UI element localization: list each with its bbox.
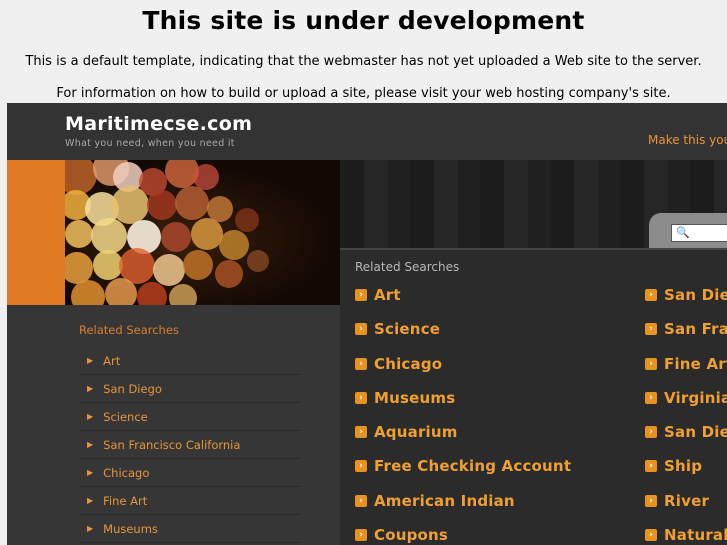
sidebar-item-san-francisco-california[interactable]: ▶ San Francisco California (79, 431, 301, 459)
sidebar-title: Related Searches (79, 323, 179, 337)
sidebar-item-label: Science (103, 409, 148, 424)
arrow-right-icon: ▶ (87, 496, 94, 505)
sidebar-item-label: San Diego (103, 381, 162, 396)
notice-line-2: For information on how to build or uploa… (56, 86, 671, 101)
sidebar-item-label: San Francisco California (103, 437, 241, 452)
arrow-bullet-icon: › (645, 323, 657, 336)
related-link-river[interactable]: › River (645, 492, 727, 526)
arrow-bullet-icon: › (645, 357, 657, 370)
sidebar-item-museums[interactable]: ▶ Museums (79, 515, 301, 543)
related-link-aquarium[interactable]: › Aquarium (355, 423, 571, 457)
arrow-bullet-icon: › (355, 494, 367, 507)
related-link-ship[interactable]: › Ship (645, 457, 727, 491)
arrow-right-icon: ▶ (87, 440, 94, 449)
arrow-right-icon: ▶ (87, 468, 94, 477)
arrow-bullet-icon: › (355, 426, 367, 439)
parked-page: Maritimecse.com What you need, when you … (7, 103, 727, 545)
arrow-bullet-icon: › (645, 426, 657, 439)
related-link-science[interactable]: › Science (355, 320, 571, 354)
arrow-right-icon: ▶ (87, 412, 94, 421)
related-link-san-francisco[interactable]: ›San Fran (645, 320, 727, 354)
related-link-coupons[interactable]: › Coupons (355, 526, 571, 545)
notice-heading: This site is under development (142, 6, 585, 35)
arrow-right-icon: ▶ (87, 356, 94, 365)
search-input[interactable]: 🔍 (671, 224, 727, 242)
arrow-bullet-icon: › (645, 289, 657, 301)
sidebar-item-label: Museums (103, 521, 158, 536)
arrow-bullet-icon: › (355, 460, 367, 473)
related-link-art[interactable]: › Art (355, 286, 571, 320)
bokeh-lights-image (65, 160, 340, 305)
related-link-american-indian[interactable]: › American Indian (355, 492, 571, 526)
bookmark-link[interactable]: Make this your (648, 133, 727, 147)
sidebar-item-chicago[interactable]: ▶ Chicago (79, 459, 301, 487)
arrow-bullet-icon: › (645, 460, 657, 473)
arrow-bullet-icon: › (355, 289, 367, 301)
sidebar-item-label: Art (103, 353, 121, 368)
sidebar-item-art[interactable]: ▶ Art (79, 347, 301, 375)
related-searches-title: Related Searches (355, 260, 460, 274)
arrow-right-icon: ▶ (87, 384, 94, 393)
sidebar-item-science[interactable]: ▶ Science (79, 403, 301, 431)
related-link-museums[interactable]: › Museums (355, 389, 571, 423)
related-link-fine-art[interactable]: › Fine Art (645, 355, 727, 389)
related-link-free-checking-account[interactable]: › Free Checking Account (355, 457, 571, 491)
related-link-chicago[interactable]: › Chicago (355, 355, 571, 389)
arrow-bullet-icon: › (645, 391, 657, 404)
sidebar-list: ▶ Art ▶ San Diego ▶ Science ▶ San Francisco … (79, 347, 301, 543)
related-link-san-diego[interactable]: ›San Dieg (645, 286, 727, 320)
related-searches-column-1: › Art › Science › Chicago › Museums › Aquariu… (355, 286, 571, 545)
arrow-bullet-icon: › (355, 323, 367, 336)
notice-line-1: This is a default template, indicating t… (25, 54, 702, 69)
sidebar-item-label: Chicago (103, 465, 150, 480)
sidebar-item-fine-art[interactable]: ▶ Fine Art (79, 487, 301, 515)
magnifier-icon: 🔍 (676, 226, 690, 239)
arrow-bullet-icon: › (355, 391, 367, 404)
sidebar-item-san-diego[interactable]: ▶ San Diego (79, 375, 301, 403)
related-searches-panel: Related Searches › Art › Science › Chicago … (340, 248, 727, 545)
related-link-san-diego-2[interactable]: ›San Dieg (645, 423, 727, 457)
site-tagline: What you need, when you need it (65, 138, 235, 149)
sidebar: Related Searches ▶ Art ▶ San Diego ▶ Scienc… (7, 305, 340, 545)
related-link-virginia[interactable]: › Virginia (645, 389, 727, 423)
orange-strip (7, 160, 65, 305)
site-header: Maritimecse.com What you need, when you … (7, 103, 727, 160)
related-searches-column-2: ›San Dieg ›San Fran ›Fine Art ›Virginia … (645, 286, 727, 545)
arrow-right-icon: ▶ (87, 524, 94, 533)
sidebar-item-label: Fine Art (103, 493, 148, 508)
arrow-bullet-icon: › (645, 529, 657, 542)
arrow-bullet-icon: › (355, 529, 367, 542)
arrow-bullet-icon: › (355, 357, 367, 370)
arrow-bullet-icon: › (645, 494, 657, 507)
dev-notice: This site is under development This is a… (0, 0, 727, 103)
related-link-natural[interactable]: › Natural (645, 526, 727, 545)
site-title[interactable]: Maritimecse.com (65, 113, 252, 135)
